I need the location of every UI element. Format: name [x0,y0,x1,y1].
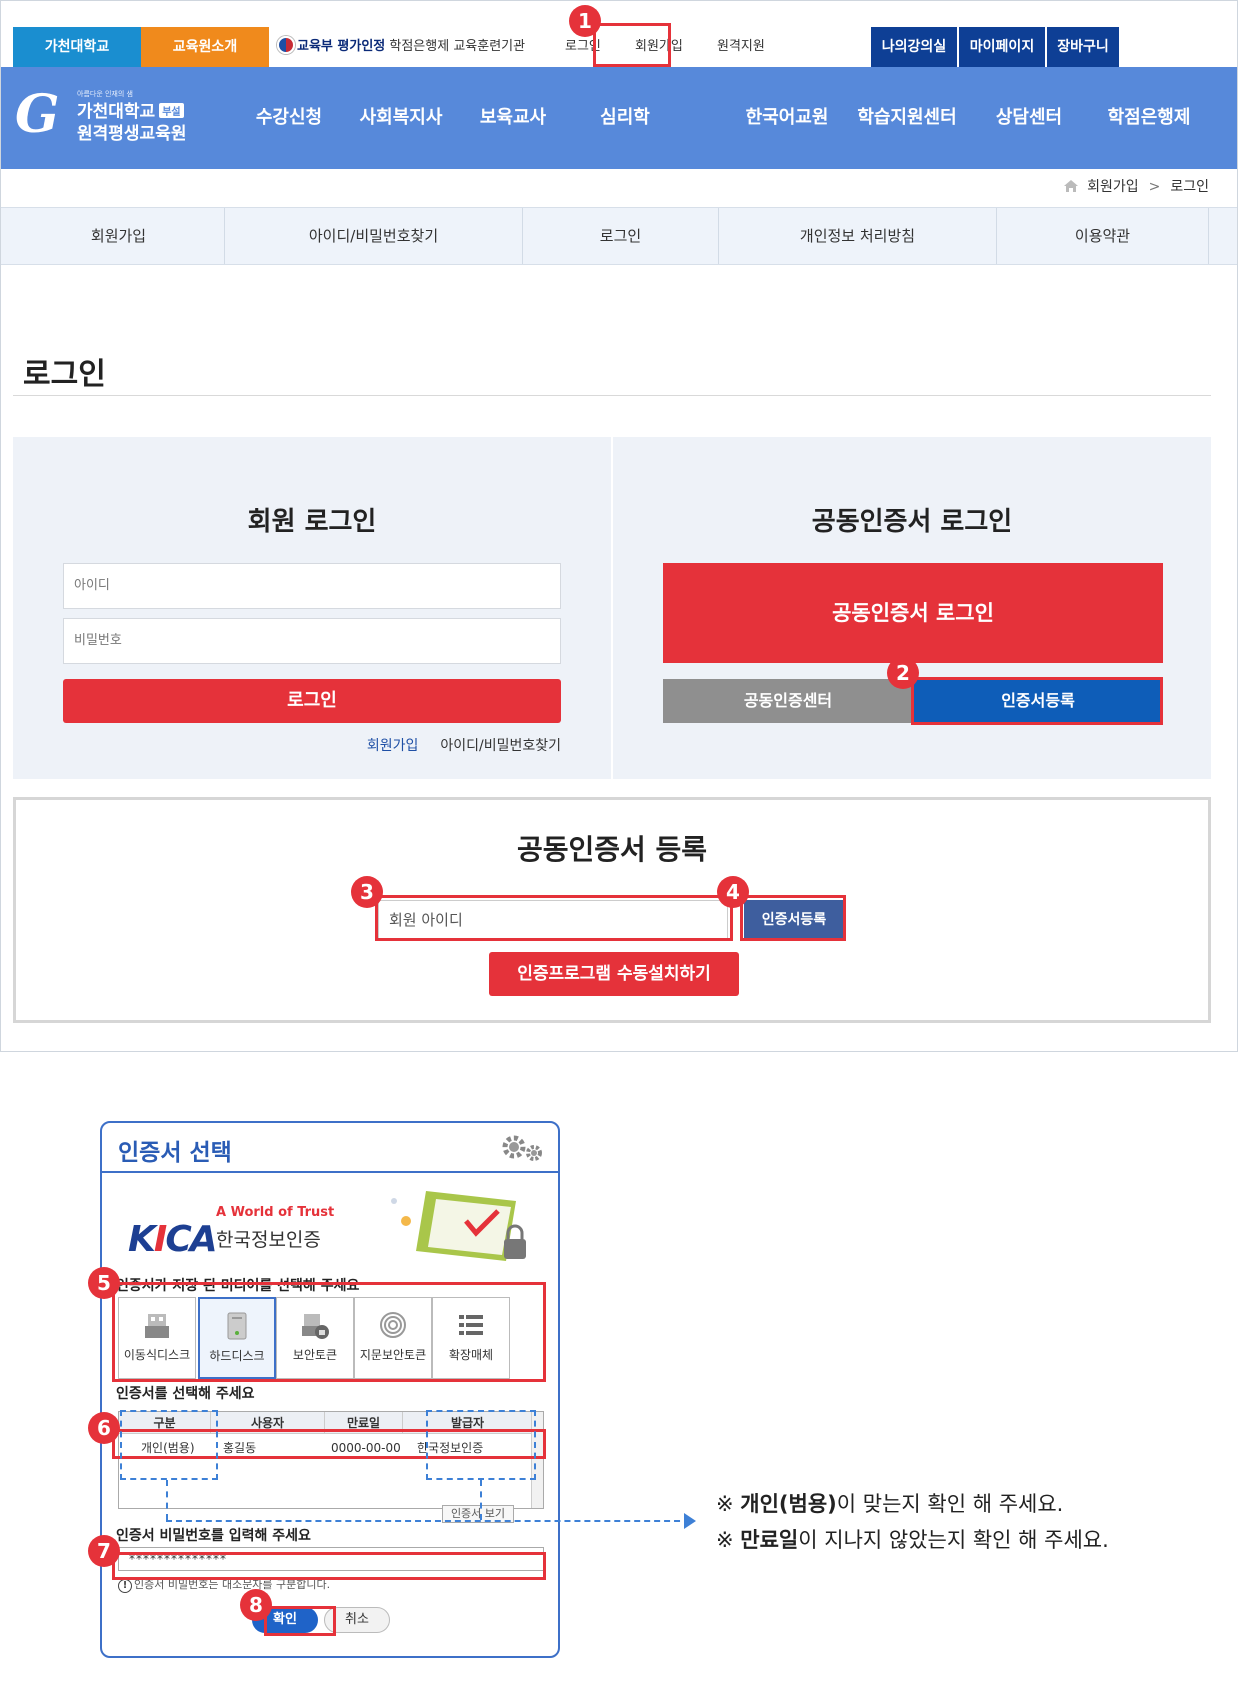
cert-center-button[interactable]: 공동인증센터 [663,679,913,723]
highlight-5 [112,1282,546,1382]
step-marker-1: 1 [569,5,601,37]
info-icon: ! [118,1579,132,1593]
id-input[interactable]: 아이디 [63,563,561,609]
kica-logo: KICA A World of Trust 한국정보인증 [128,1205,338,1260]
cert-list-caption: 인증서를 선택해 주세요 [116,1386,255,1402]
manual-install-button[interactable]: 인증프로그램 수동설치하기 [489,952,739,996]
subnav-find-id-pw[interactable]: 아이디/비밀번호찾기 [225,208,523,264]
gear-icon[interactable] [498,1133,544,1163]
gnb-psychology[interactable]: 심리학 [569,67,681,169]
highlight-4 [740,895,846,941]
moe-seal-icon [277,36,295,54]
breadcrumb-join[interactable]: 회원가입 [1087,179,1139,195]
highlight-1 [593,23,671,67]
gnb-course-registration[interactable]: 수강신청 [233,67,345,169]
dashed-connector-left [166,1480,168,1520]
dashed-connector-right [480,1480,482,1520]
highlight-3 [375,895,733,941]
note-line-2: ※ 만료일이 지나지 않았는지 확인 해 주세요. [716,1528,1109,1552]
gnb-learning-center[interactable]: 학습지원센터 [851,67,963,169]
sub-navigation: 회원가입 아이디/비밀번호찾기 로그인 개인정보 처리방침 이용약관 [1,207,1237,265]
accreditation-text: 교육부 평가인정 학점은행제 교육훈련기관 [277,27,525,67]
dashed-type-column [120,1410,218,1480]
gnb-credit-bank[interactable]: 학점은행제 [1093,67,1205,169]
find-id-pw-link[interactable]: 아이디/비밀번호찾기 [440,738,561,754]
member-login-title: 회원 로그인 [247,507,377,537]
step-marker-7: 7 [88,1535,120,1567]
step-marker-6: 6 [88,1412,120,1444]
login-links: 회원가입 아이디/비밀번호찾기 [367,735,561,755]
dialog-header: 인증서 선택 [102,1123,558,1173]
logo-g-mark: G [15,84,60,145]
breadcrumb: 회원가입 > 로그인 [1063,177,1209,197]
step-marker-2: 2 [887,657,919,689]
login-page-screenshot: 가천대학교 교육원소개 교육부 평가인정 학점은행제 교육훈련기관 로그인 회원… [0,0,1238,1052]
highlight-7 [112,1552,546,1580]
title-divider [13,395,1211,396]
login-button[interactable]: 로그인 [63,679,561,723]
home-icon[interactable] [1063,179,1079,193]
join-link-bottom[interactable]: 회원가입 [367,738,419,754]
step-marker-5: 5 [88,1267,120,1299]
highlight-2 [911,677,1163,725]
gnb-counseling-center[interactable]: 상담센터 [973,67,1085,169]
remote-support-link[interactable]: 원격지원 [717,27,765,67]
step-marker-8: 8 [240,1589,272,1621]
breadcrumb-current: 로그인 [1170,179,1209,195]
cert-folder-illustration [391,1191,526,1261]
cert-login-panel: 공동인증서 로그인 공동인증서 로그인 공동인증센터 인증서등록 [613,437,1211,779]
institute-logo[interactable]: G 아름다운 인재의 샘 가천대학교 부설 원격평생교육원 [15,89,195,149]
subnav-join[interactable]: 회원가입 [13,208,225,264]
kica-tagline: A World of Trust [216,1205,335,1220]
cert-register-title: 공동인증서 등록 [516,833,708,866]
gnb-korean-teacher[interactable]: 한국어교원 [731,67,843,169]
gachon-univ-tab[interactable]: 가천대학교 [13,27,141,67]
password-caption: 인증서 비밀번호를 입력해 주세요 [116,1528,311,1544]
password-input[interactable]: 비밀번호 [63,618,561,664]
gnb-social-worker[interactable]: 사회복지사 [345,67,457,169]
dashed-issuer-column [426,1410,536,1480]
my-classroom-button[interactable]: 나의강의실 [871,27,957,67]
cert-login-title: 공동인증서 로그인 [811,507,1013,537]
my-page-button[interactable]: 마이페이지 [959,27,1045,67]
main-header: G 아름다운 인재의 샘 가천대학교 부설 원격평생교육원 수강신청 사회복지사 … [1,67,1237,169]
arrow-head-icon [684,1513,696,1529]
highlight-8 [264,1606,336,1636]
step-marker-3: 3 [351,876,383,908]
gnb-childcare-teacher[interactable]: 보육교사 [457,67,569,169]
step-marker-4: 4 [717,876,749,908]
note-line-1: ※ 개인(범용)이 맞는지 확인 해 주세요. [716,1492,1064,1516]
cart-button[interactable]: 장바구니 [1047,27,1119,67]
subnav-terms[interactable]: 이용약관 [997,208,1209,264]
member-login-panel: 회원 로그인 아이디 비밀번호 로그인 회원가입 아이디/비밀번호찾기 [13,437,611,779]
dialog-title: 인증서 선택 [118,1140,232,1166]
page-title: 로그인 [23,357,106,392]
dashed-arrow-line [166,1520,690,1522]
subnav-privacy-policy[interactable]: 개인정보 처리방침 [719,208,997,264]
cert-login-button[interactable]: 공동인증서 로그인 [663,563,1163,663]
kica-name: 한국정보인증 [216,1229,321,1251]
subnav-login[interactable]: 로그인 [523,208,719,264]
kica-mark: KICA [128,1219,218,1260]
institute-intro-tab[interactable]: 교육원소개 [141,27,269,67]
